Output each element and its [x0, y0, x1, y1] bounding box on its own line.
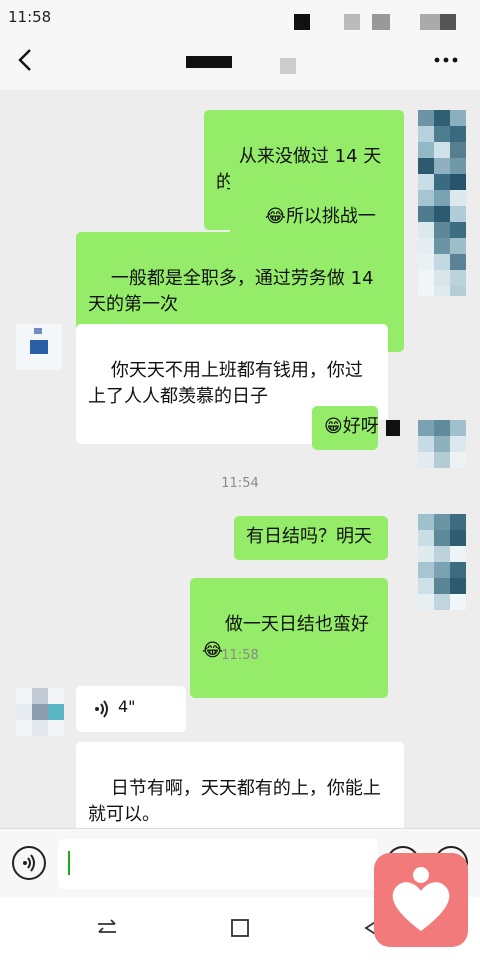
back-icon[interactable]	[12, 46, 40, 74]
timestamp: 11:58	[221, 648, 259, 663]
message-text: 好呀	[342, 416, 378, 437]
message-text: 一般都是全职多，通过劳务做 14 天的第一次	[88, 268, 380, 315]
grin-emoji-icon: 😁	[324, 416, 343, 437]
timestamp: 11:54	[221, 476, 259, 491]
my-avatar[interactable]	[402, 514, 466, 624]
battery-level-icon	[440, 14, 456, 30]
chat-area[interactable]: 从来没做过 14 天的 😂所以挑战一下 一般都是全职多，通过劳务做 14 天的第…	[0, 90, 480, 828]
my-avatar[interactable]	[418, 110, 466, 296]
message-bubble-incoming[interactable]: 日节有啊，天天都有的上，你能上就可以。	[76, 742, 404, 828]
heart-logo-watermark	[374, 853, 468, 947]
message-text: 做一天日结也蛮好	[224, 614, 369, 635]
more-icon[interactable]	[432, 46, 460, 74]
message-input[interactable]	[58, 839, 378, 889]
title-bar	[0, 34, 480, 90]
message-text: 你天天不用上班都有钱用，你过上了人人都羡慕的日子	[88, 360, 363, 407]
my-avatar[interactable]	[378, 420, 466, 468]
square-icon[interactable]	[227, 915, 253, 941]
contact-name-redacted	[186, 54, 298, 76]
status-time: 11:58	[8, 8, 52, 26]
voice-message-bubble[interactable]: 4"	[76, 686, 186, 732]
wifi-icon	[344, 14, 360, 30]
signal-icon	[294, 14, 310, 30]
status-icons	[294, 14, 464, 30]
network-icon	[372, 14, 390, 30]
voice-icon[interactable]	[12, 846, 46, 880]
message-bubble-outgoing[interactable]: 😁好呀	[312, 406, 378, 450]
voice-duration: 4"	[118, 697, 136, 716]
message-text: 日节有啊，天天都有的上，你能上就可以。	[88, 778, 381, 825]
contact-avatar[interactable]	[16, 324, 62, 370]
message-bubble-outgoing[interactable]: 有日结吗？明天	[234, 516, 388, 560]
contact-avatar[interactable]	[16, 688, 64, 736]
battery-icon	[420, 14, 440, 30]
text-caret	[68, 851, 70, 875]
message-text: 有日结吗？明天	[246, 526, 372, 547]
laugh-emoji-icon: 😂	[264, 206, 286, 227]
switch-icon[interactable]	[94, 915, 120, 941]
status-bar: 11:58	[0, 0, 480, 34]
message-bubble-outgoing[interactable]: 做一天日结也蛮好😂	[190, 578, 388, 698]
voice-wave-icon	[95, 700, 108, 718]
